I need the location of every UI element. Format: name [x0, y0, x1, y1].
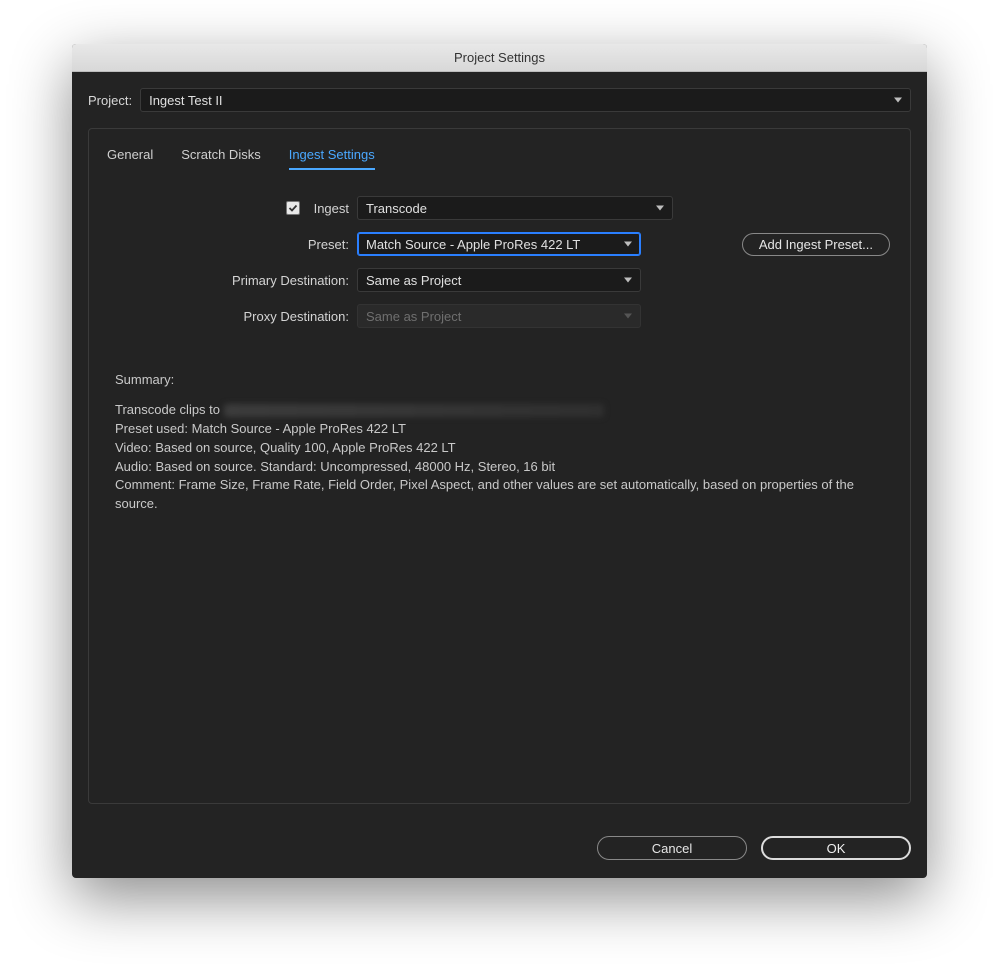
check-icon: [288, 203, 298, 213]
summary-label: Summary:: [115, 372, 890, 387]
summary-line1-prefix: Transcode clips to: [115, 402, 224, 417]
summary-line1-blurred-path: [224, 404, 604, 417]
summary-section: Summary: Transcode clips to Preset used:…: [115, 372, 890, 514]
proxy-destination-row: Proxy Destination: Same as Project: [143, 304, 890, 328]
project-row: Project: Ingest Test II: [88, 88, 911, 112]
proxy-destination-value: Same as Project: [366, 309, 461, 324]
ingest-label: Ingest: [314, 201, 349, 216]
preset-label: Preset:: [143, 237, 349, 252]
ingest-mode-select[interactable]: Transcode: [357, 196, 673, 220]
summary-text: Transcode clips to Preset used: Match So…: [115, 401, 890, 514]
dialog-footer: Cancel OK: [72, 820, 927, 878]
tab-general[interactable]: General: [107, 147, 153, 170]
chevron-down-icon: [624, 242, 632, 247]
primary-destination-value: Same as Project: [366, 273, 461, 288]
chevron-down-icon: [624, 278, 632, 283]
preset-row: Preset: Match Source - Apple ProRes 422 …: [143, 232, 890, 256]
primary-destination-row: Primary Destination: Same as Project: [143, 268, 890, 292]
proxy-destination-select: Same as Project: [357, 304, 641, 328]
chevron-down-icon: [656, 206, 664, 211]
chevron-down-icon: [894, 98, 902, 103]
project-label: Project:: [88, 93, 132, 108]
project-select[interactable]: Ingest Test II: [140, 88, 911, 112]
preset-select[interactable]: Match Source - Apple ProRes 422 LT: [357, 232, 641, 256]
chevron-down-icon: [624, 314, 632, 319]
proxy-destination-label: Proxy Destination:: [143, 309, 349, 324]
ingest-row: Ingest Transcode: [143, 196, 890, 220]
preset-value: Match Source - Apple ProRes 422 LT: [366, 237, 580, 252]
summary-line4: Audio: Based on source. Standard: Uncomp…: [115, 458, 890, 477]
summary-line5: Comment: Frame Size, Frame Rate, Field O…: [115, 476, 890, 514]
window-titlebar: Project Settings: [72, 44, 927, 72]
ingest-mode-value: Transcode: [366, 201, 427, 216]
settings-panel: General Scratch Disks Ingest Settings In…: [88, 128, 911, 804]
ingest-form: Ingest Transcode Preset: Match Sou: [103, 196, 896, 514]
summary-line2: Preset used: Match Source - Apple ProRes…: [115, 420, 890, 439]
project-settings-dialog: Project Settings Project: Ingest Test II…: [72, 44, 927, 878]
ingest-checkbox[interactable]: [286, 201, 300, 215]
tabs: General Scratch Disks Ingest Settings: [103, 147, 896, 170]
window-title: Project Settings: [454, 50, 545, 65]
ok-button[interactable]: OK: [761, 836, 911, 860]
primary-destination-select[interactable]: Same as Project: [357, 268, 641, 292]
cancel-button[interactable]: Cancel: [597, 836, 747, 860]
add-ingest-preset-button[interactable]: Add Ingest Preset...: [742, 233, 890, 256]
summary-line3: Video: Based on source, Quality 100, App…: [115, 439, 890, 458]
tab-ingest-settings[interactable]: Ingest Settings: [289, 147, 375, 170]
tab-scratch-disks[interactable]: Scratch Disks: [181, 147, 260, 170]
primary-destination-label: Primary Destination:: [143, 273, 349, 288]
dialog-body: Project: Ingest Test II General Scratch …: [72, 72, 927, 820]
project-select-value: Ingest Test II: [149, 93, 222, 108]
